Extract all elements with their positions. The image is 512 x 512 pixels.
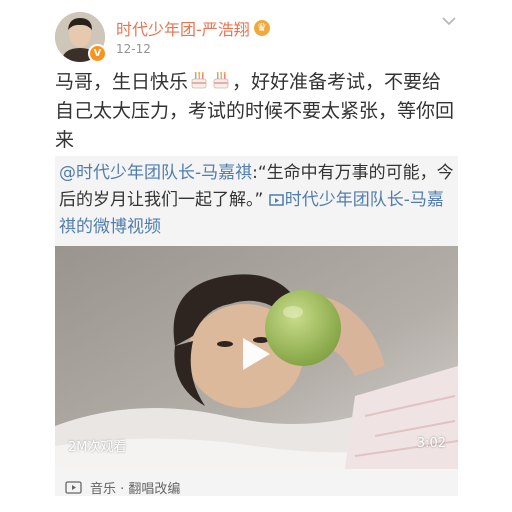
post-text-part1: 马哥，生日快乐 xyxy=(55,71,189,93)
music-category[interactable]: 音乐 · 翻唱改编 xyxy=(90,478,180,497)
birthday-cake-icon xyxy=(213,72,229,89)
video-duration: 3:02 xyxy=(416,436,446,451)
post-date: 12-12 xyxy=(116,42,151,56)
view-count: 2M次观看 xyxy=(68,440,127,455)
video-icon xyxy=(65,481,82,494)
weibo-post: V 时代少年团-严浩翔 ♛ 12-12 马哥，生日快乐 ，好好准备考试，不要给自… xyxy=(0,0,512,512)
play-icon[interactable] xyxy=(240,336,272,372)
mention-link[interactable]: @时代少年团队长-马嘉祺 xyxy=(59,163,252,183)
chevron-down-icon[interactable] xyxy=(441,15,457,27)
post-text: 马哥，生日快乐 ，好好准备考试，不要给自己太大压力，考试的时候不要太紧张，等你回… xyxy=(55,68,455,155)
video-link-icon xyxy=(268,194,284,206)
author-name[interactable]: 时代少年团-严浩翔 xyxy=(116,16,250,40)
verified-badge-icon: V xyxy=(88,44,107,63)
repost-text: @时代少年团队长-马嘉祺:“生命中有万事的可能，今后的岁月让我们一起了解。” 时… xyxy=(59,160,455,241)
video-footer: 音乐 · 翻唱改编 xyxy=(65,478,180,497)
crown-emoji-icon: ♛ xyxy=(253,20,270,36)
birthday-cake-icon xyxy=(191,72,207,89)
repost-card[interactable]: @时代少年团队长-马嘉祺:“生命中有万事的可能，今后的岁月让我们一起了解。” 时… xyxy=(55,156,458,497)
video-player[interactable]: 2M次观看 3:02 xyxy=(55,246,458,469)
author-row: 时代少年团-严浩翔 ♛ xyxy=(116,16,270,40)
